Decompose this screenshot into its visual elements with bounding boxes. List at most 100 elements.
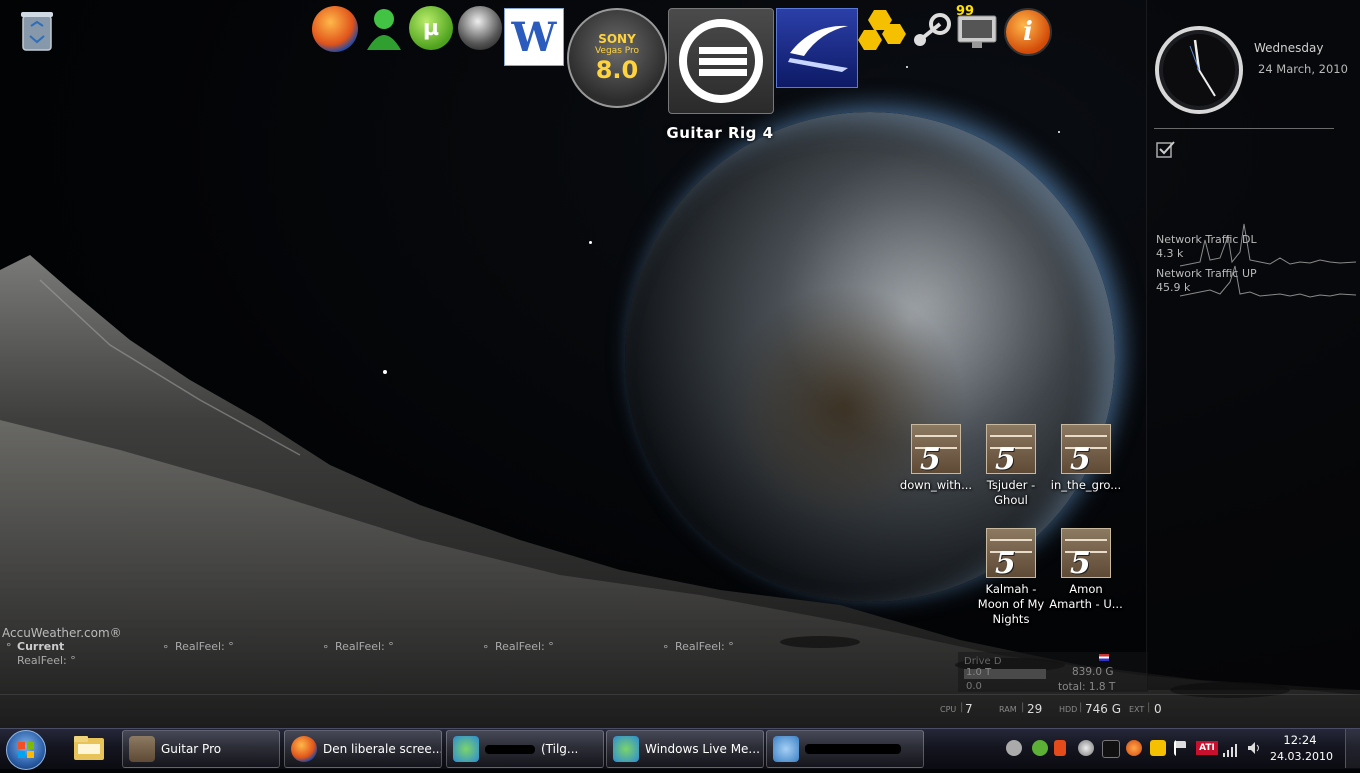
drive-total: total: 1.8 T bbox=[1058, 681, 1116, 693]
gadget-divider bbox=[1154, 128, 1334, 129]
messenger-chat-icon bbox=[773, 736, 799, 762]
taskbar-button-guitar-pro[interactable]: Guitar Pro bbox=[122, 730, 280, 768]
task-label: (Tilg... bbox=[541, 742, 579, 756]
weather-current-dot: ° bbox=[6, 641, 12, 654]
firefox-icon bbox=[291, 736, 317, 762]
network-up-label: Network Traffic UP bbox=[1156, 267, 1257, 280]
desktop-icon-gp-file[interactable]: 5 Amon Amarth - U... bbox=[1048, 528, 1124, 612]
guitar-pro-file-icon: 5 bbox=[986, 424, 1036, 477]
ext-label: EXT bbox=[1129, 705, 1145, 714]
cpu-value: 7 bbox=[965, 702, 973, 716]
guitar-pro-file-icon: 5 bbox=[1061, 528, 1111, 581]
explorer-pinned-icon[interactable] bbox=[70, 732, 108, 764]
guitar-rig-icon[interactable] bbox=[668, 8, 774, 114]
recycle-bin-icon[interactable] bbox=[18, 8, 56, 52]
flag-icon bbox=[1099, 654, 1109, 661]
weather-current-realfeel: RealFeel: ° bbox=[17, 654, 76, 667]
taskbar-button-messenger-chat[interactable]: (Tilg... bbox=[446, 730, 604, 768]
weather-current-label: Current bbox=[17, 640, 65, 653]
redacted-text bbox=[485, 744, 535, 754]
desktop-icon-label: in_the_gro... bbox=[1050, 478, 1122, 492]
honeycomb-icon[interactable] bbox=[858, 6, 906, 54]
app-tray-icon[interactable] bbox=[1102, 740, 1120, 758]
messenger-tray-icon[interactable] bbox=[1032, 740, 1048, 756]
network-signal-icon[interactable] bbox=[1222, 742, 1238, 757]
ati-tray-icon[interactable]: ATI bbox=[1196, 741, 1218, 755]
checkbox-icon[interactable] bbox=[1156, 140, 1176, 158]
weather-brand[interactable]: AccuWeather.com® bbox=[2, 626, 122, 640]
desktop-icon-label: Amon Amarth - U... bbox=[1049, 582, 1123, 611]
volume-icon[interactable] bbox=[1246, 740, 1262, 756]
desktop-icon-label: Tsjuder - Ghoul bbox=[986, 478, 1036, 507]
guitar-pro-icon bbox=[129, 736, 155, 762]
ext-value: 0 bbox=[1154, 702, 1162, 716]
clock-day: Wednesday bbox=[1254, 41, 1324, 55]
weather-forecast-realfeel: RealFeel: ° bbox=[335, 640, 394, 653]
taskbar-button-windows-live[interactable]: Windows Live Me... bbox=[606, 730, 764, 768]
desktop-icon-label: Kalmah - Moon of My Nights bbox=[977, 582, 1045, 626]
meter-separator: | bbox=[1079, 702, 1083, 713]
guitar-pro-file-icon: 5 bbox=[911, 424, 961, 477]
analog-clock[interactable] bbox=[1155, 26, 1243, 114]
meter-separator: | bbox=[1147, 702, 1151, 713]
windows-logo-icon bbox=[18, 742, 34, 758]
taskbar-time[interactable]: 12:24 bbox=[1276, 733, 1324, 747]
weather-forecast-realfeel: RealFeel: ° bbox=[495, 640, 554, 653]
cpu-label: CPU bbox=[940, 705, 957, 714]
monitor-icon[interactable]: 99 bbox=[954, 4, 1000, 50]
monitor-badge: 99 bbox=[956, 4, 975, 19]
desktop-icon-gp-file[interactable]: 5 Kalmah - Moon of My Nights bbox=[973, 528, 1049, 627]
network-dl-value: 4.3 k bbox=[1156, 247, 1184, 260]
vegas-product: Vegas Pro bbox=[594, 46, 640, 56]
task-label: Guitar Pro bbox=[161, 742, 222, 756]
star bbox=[906, 66, 908, 68]
vlc-tray-icon[interactable] bbox=[1054, 740, 1066, 756]
network-up-value: 45.9 k bbox=[1156, 281, 1191, 294]
desktop-icon-gp-file[interactable]: 5 in_the_gro... bbox=[1048, 424, 1124, 493]
honeycomb-tray-icon[interactable] bbox=[1150, 740, 1166, 756]
messenger-icon bbox=[453, 736, 479, 762]
dock-hover-label: Guitar Rig 4 bbox=[666, 124, 774, 142]
task-label: Den liberale scree... bbox=[323, 742, 442, 756]
steam-icon[interactable] bbox=[910, 12, 952, 52]
start-button[interactable] bbox=[6, 730, 46, 770]
sony-vegas-icon[interactable]: SONY Vegas Pro 8.0 bbox=[567, 8, 667, 108]
taskbar-button-messenger-conversation[interactable] bbox=[766, 730, 924, 768]
firefox-icon[interactable] bbox=[312, 6, 358, 52]
vegas-version: 8.0 bbox=[595, 56, 639, 84]
word-icon[interactable]: W bbox=[504, 8, 564, 66]
desktop-icon-gp-file[interactable]: 5 down_with... bbox=[898, 424, 974, 493]
weather-forecast-dot: ° bbox=[163, 643, 169, 656]
disc-tray-icon[interactable] bbox=[1078, 740, 1094, 756]
task-label: Windows Live Me... bbox=[645, 742, 760, 756]
messenger-icon bbox=[613, 736, 639, 762]
drive-name: Drive D bbox=[964, 656, 1002, 667]
helmet-icon[interactable] bbox=[458, 6, 502, 50]
system-meter-bar: CPU | 7 RAM | 29 HDD | 746 G EXT | 0 bbox=[935, 700, 1165, 720]
weather-forecast-dot: ° bbox=[323, 643, 329, 656]
app-blue-icon[interactable] bbox=[776, 8, 858, 88]
star bbox=[1058, 131, 1060, 133]
utorrent-icon[interactable]: µ bbox=[409, 6, 453, 50]
orange-tray-icon[interactable] bbox=[1126, 740, 1142, 756]
info-icon[interactable]: i bbox=[1004, 8, 1052, 56]
hdd-label: HDD bbox=[1059, 705, 1078, 714]
drive-used: 1.0 T bbox=[966, 667, 992, 678]
weather-forecast-dot: ° bbox=[663, 643, 669, 656]
show-desktop-button[interactable] bbox=[1345, 729, 1360, 768]
star bbox=[589, 241, 592, 244]
gadget-line bbox=[0, 694, 1360, 695]
msn-messenger-icon[interactable] bbox=[364, 6, 404, 52]
taskbar-date[interactable]: 24.03.2010 bbox=[1270, 750, 1333, 763]
desktop-icon-gp-file[interactable]: 5 Tsjuder - Ghoul bbox=[973, 424, 1049, 508]
flag-tray-icon[interactable] bbox=[1174, 740, 1186, 756]
steam-tray-icon[interactable] bbox=[1006, 740, 1022, 756]
taskbar-button-firefox[interactable]: Den liberale scree... bbox=[284, 730, 442, 768]
weather-forecast-dot: ° bbox=[483, 643, 489, 656]
desktop-icon-label: down_with... bbox=[899, 478, 973, 492]
network-dl-label: Network Traffic DL bbox=[1156, 233, 1257, 246]
vegas-brand: SONY bbox=[598, 32, 636, 46]
weather-forecast-realfeel: RealFeel: ° bbox=[175, 640, 234, 653]
meter-separator: | bbox=[1021, 702, 1025, 713]
clock-date: 24 March, 2010 bbox=[1258, 62, 1348, 76]
